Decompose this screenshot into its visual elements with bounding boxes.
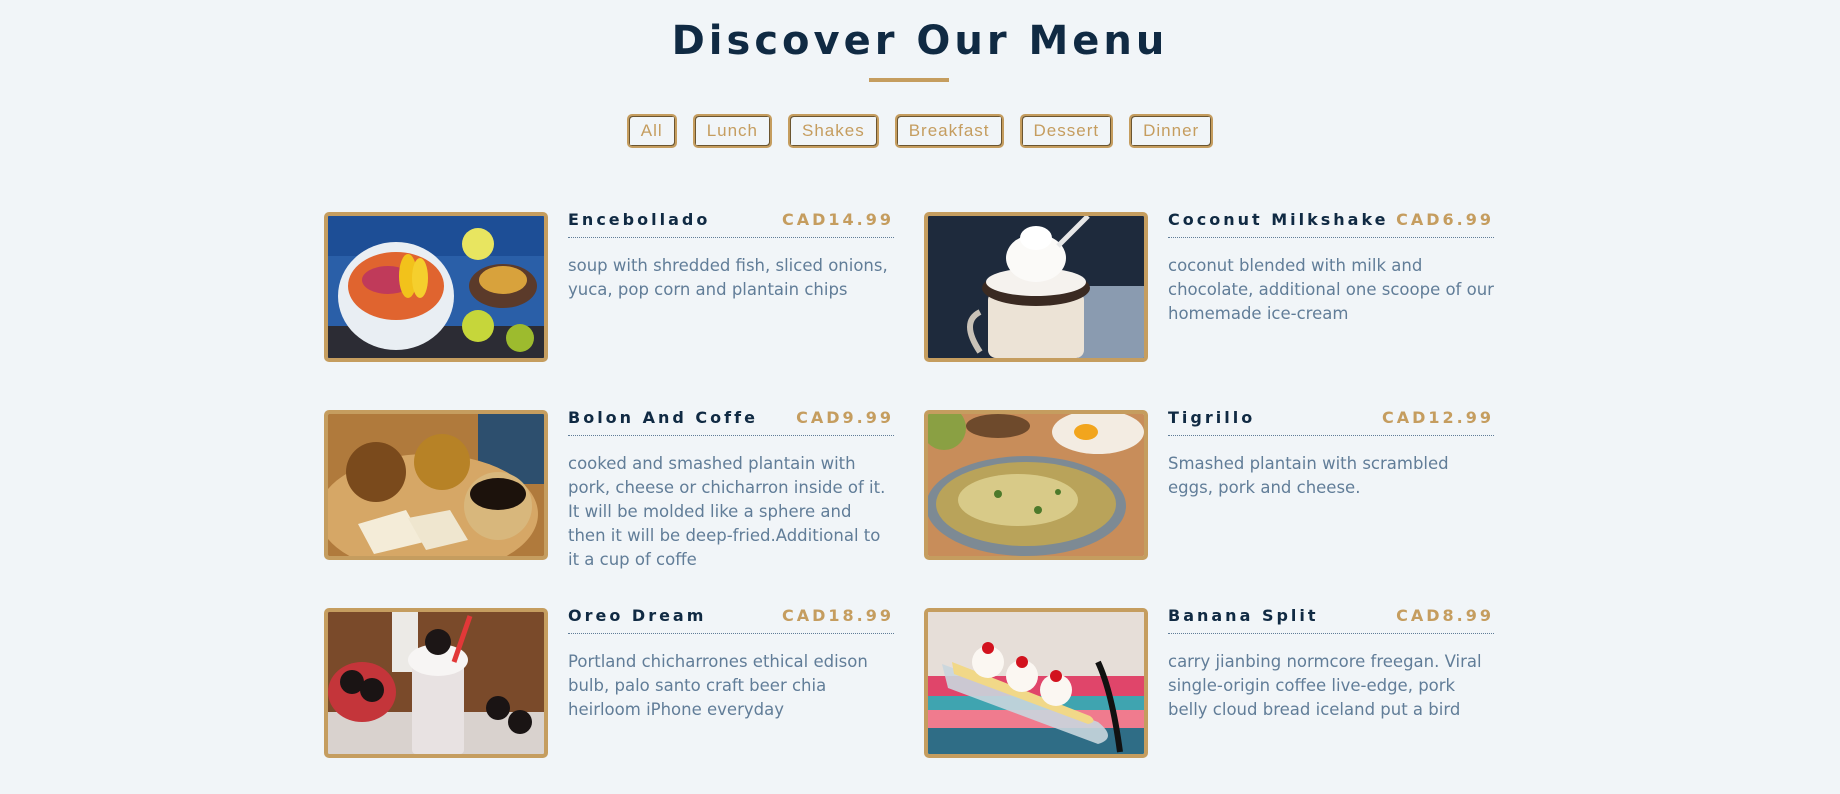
menu-page: Discover Our Menu All Lunch Shakes Break… bbox=[0, 0, 1840, 794]
item-price: CAD6.99 bbox=[1396, 210, 1494, 229]
item-description: soup with shredded fish, sliced onions, … bbox=[568, 256, 888, 299]
filter-lunch-button[interactable]: Lunch bbox=[692, 114, 773, 148]
filter-all-button[interactable]: All bbox=[626, 114, 677, 148]
filter-shakes-button[interactable]: Shakes bbox=[788, 114, 879, 148]
menu-grid: Encebollado CAD14.99 soup with shredded … bbox=[324, 210, 1494, 758]
filter-dinner-button[interactable]: Dinner bbox=[1129, 114, 1214, 148]
oreo-dream-photo bbox=[324, 608, 548, 758]
item-name: Banana Split bbox=[1168, 606, 1319, 625]
coconut-milkshake-photo bbox=[924, 212, 1148, 362]
encebollado-photo bbox=[324, 212, 548, 362]
menu-item: Encebollado CAD14.99 soup with shredded … bbox=[324, 210, 894, 362]
item-description: Smashed plantain with scrambled eggs, po… bbox=[1168, 454, 1449, 497]
menu-item: Banana Split CAD8.99 carry jianbing norm… bbox=[924, 606, 1494, 758]
item-description: coconut blended with milk and chocolate,… bbox=[1168, 256, 1494, 323]
item-price: CAD9.99 bbox=[796, 408, 894, 427]
item-description: carry jianbing normcore freegan. Viral s… bbox=[1168, 652, 1482, 719]
item-price: CAD8.99 bbox=[1396, 606, 1494, 625]
bolon-and-coffe-photo bbox=[324, 410, 548, 560]
tigrillo-photo bbox=[924, 410, 1148, 560]
item-name: Oreo Dream bbox=[568, 606, 707, 625]
menu-item: Coconut Milkshake CAD6.99 coconut blende… bbox=[924, 210, 1494, 362]
item-price: CAD12.99 bbox=[1381, 408, 1494, 427]
title-underline bbox=[869, 78, 949, 82]
item-description: Portland chicharrones ethical edison bul… bbox=[568, 652, 868, 719]
item-price: CAD14.99 bbox=[781, 210, 894, 229]
item-description: cooked and smashed plantain with pork, c… bbox=[568, 454, 886, 569]
item-name: Tigrillo bbox=[1168, 408, 1256, 427]
menu-item: Bolon And Coffe CAD9.99 cooked and smash… bbox=[324, 408, 894, 569]
item-name: Coconut Milkshake bbox=[1168, 210, 1389, 229]
item-name: Bolon And Coffe bbox=[568, 408, 758, 427]
menu-item: Tigrillo CAD12.99 Smashed plantain with … bbox=[924, 408, 1494, 560]
filter-dessert-button[interactable]: Dessert bbox=[1019, 114, 1114, 148]
item-name: Encebollado bbox=[568, 210, 711, 229]
filter-buttons: All Lunch Shakes Breakfast Dessert Dinne… bbox=[0, 114, 1840, 148]
page-title: Discover Our Menu bbox=[671, 18, 1169, 64]
banana-split-photo bbox=[924, 608, 1148, 758]
item-price: CAD18.99 bbox=[781, 606, 894, 625]
menu-item: Oreo Dream CAD18.99 Portland chicharrone… bbox=[324, 606, 894, 758]
filter-breakfast-button[interactable]: Breakfast bbox=[894, 114, 1004, 148]
